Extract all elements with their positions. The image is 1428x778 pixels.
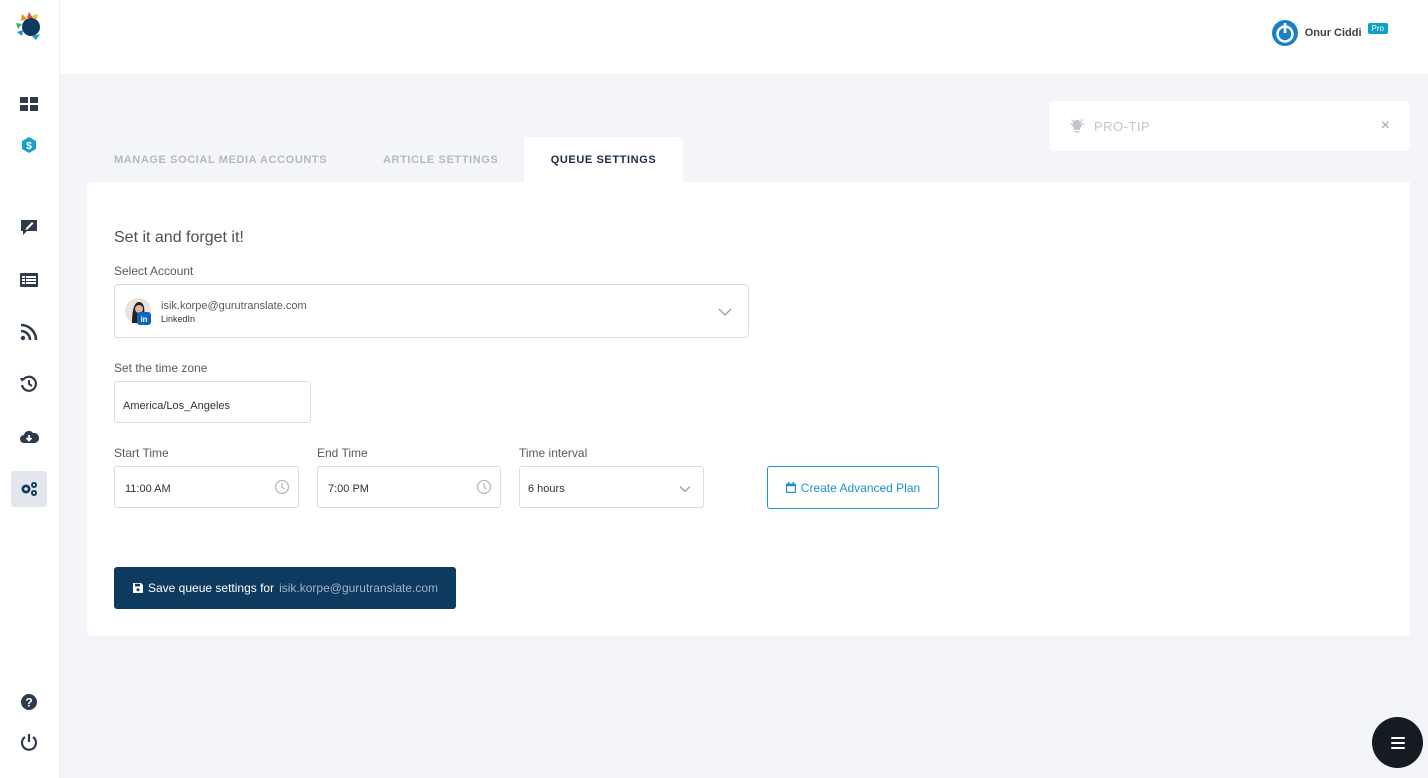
create-advanced-plan-label: Create Advanced Plan [800, 480, 921, 495]
end-time-label: End Time [317, 446, 368, 460]
save-icon [133, 583, 143, 593]
create-advanced-plan-button[interactable]: Create Advanced Plan [767, 466, 939, 509]
user-name: Onur Ciddi [1304, 27, 1362, 39]
sidebar-item-feeds[interactable] [11, 314, 47, 350]
save-button-label: Save queue settings for [148, 581, 275, 595]
sidebar-item-history[interactable] [11, 366, 47, 402]
user-avatar-icon [1271, 20, 1298, 46]
help-icon: ? [21, 694, 37, 710]
protip-banner: PRO-TIP × [1050, 101, 1410, 151]
timezone-label: Set the time zone [114, 361, 208, 375]
sidebar-item-settings[interactable] [11, 471, 47, 507]
sidebar-item-pricing[interactable]: $ [11, 127, 47, 163]
queue-settings-panel: Set it and forget it! Select Account in … [87, 182, 1410, 636]
sidebar-item-articles[interactable] [11, 262, 47, 298]
save-queue-settings-button[interactable]: Save queue settings for isik.korpe@gurut… [114, 567, 456, 609]
tab-queue-settings[interactable]: QUEUE SETTINGS [524, 137, 683, 182]
svg-text:in: in [140, 315, 147, 324]
settings-tabs: MANAGE SOCIAL MEDIA ACCOUNTS ARTICLE SET… [87, 137, 683, 182]
timezone-field[interactable]: America/Los_Angeles [114, 381, 311, 423]
power-icon [20, 734, 38, 751]
time-interval-value: 6 hours [528, 483, 565, 495]
start-time-value: 11:00 AM [125, 483, 171, 495]
svg-text:?: ? [25, 696, 32, 710]
compose-icon [21, 220, 37, 235]
account-select[interactable]: in isik.korpe@gurutranslate.com LinkedIn [114, 284, 749, 338]
cloud-download-icon [20, 430, 39, 443]
sidebar: $ ? [0, 0, 60, 778]
sidebar-item-compose[interactable] [11, 209, 47, 245]
clock-icon [476, 479, 492, 495]
user-menu[interactable]: Onur Ciddi Pro [1271, 19, 1388, 47]
app-logo-icon[interactable] [14, 10, 46, 42]
hamburger-menu-icon [1390, 736, 1405, 749]
account-avatar: in [125, 298, 151, 325]
clock-icon [274, 479, 290, 495]
tab-manage-social-media-accounts[interactable]: MANAGE SOCIAL MEDIA ACCOUNTS [87, 137, 356, 182]
start-time-label: Start Time [114, 446, 169, 460]
close-icon[interactable]: × [1381, 117, 1390, 135]
end-time-field[interactable]: 7:00 PM [317, 466, 501, 508]
time-interval-label: Time interval [519, 446, 588, 460]
account-network: LinkedIn [161, 314, 196, 324]
svg-text:$: $ [26, 141, 32, 152]
dollar-icon: $ [22, 137, 36, 153]
sidebar-item-help[interactable]: ? [11, 684, 47, 720]
sidebar-item-logout[interactable] [11, 724, 47, 760]
save-button-email: isik.korpe@gurutranslate.com [279, 581, 439, 595]
panel-title: Set it and forget it! [114, 229, 244, 246]
lightbulb-icon [1070, 119, 1084, 133]
calendar-icon [785, 482, 796, 493]
select-account-label: Select Account [114, 264, 194, 278]
history-icon [20, 375, 37, 392]
sidebar-item-dashboard[interactable] [11, 86, 47, 122]
chevron-down-icon [679, 486, 691, 493]
rss-icon [20, 323, 38, 341]
protip-label: PRO-TIP [1094, 118, 1151, 134]
start-time-field[interactable]: 11:00 AM [114, 466, 299, 508]
pro-badge: Pro [1367, 22, 1388, 34]
tab-article-settings[interactable]: ARTICLE SETTINGS [356, 137, 524, 182]
account-email: isik.korpe@gurutranslate.com [161, 300, 307, 312]
top-header: Onur Ciddi Pro [60, 0, 1428, 74]
settings-icon [21, 482, 37, 496]
sidebar-item-downloads[interactable] [11, 419, 47, 455]
chevron-down-icon [718, 308, 732, 316]
dashboard-icon [20, 97, 38, 111]
end-time-value: 7:00 PM [328, 483, 369, 495]
floating-menu-button[interactable] [1372, 717, 1423, 768]
time-interval-select[interactable]: 6 hours [519, 466, 704, 508]
list-icon [20, 273, 38, 287]
